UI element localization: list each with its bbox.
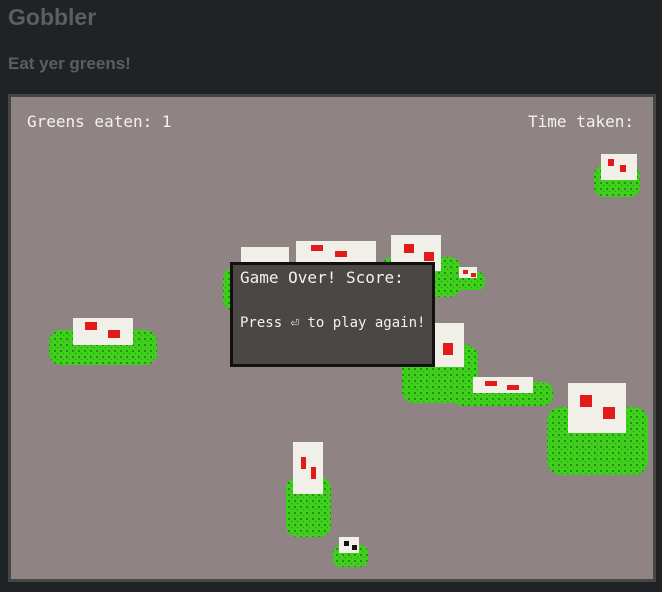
green-blob [594, 154, 640, 197]
game-over-dialog: Game Over! Score: Press ⏎ to play again! [230, 262, 435, 367]
green-blob [547, 383, 648, 475]
page-title: Gobbler [8, 4, 97, 30]
greens-eaten-counter: Greens eaten: 1 [27, 112, 172, 131]
green-blob [49, 318, 157, 365]
time-taken-label: Time taken: [528, 112, 634, 131]
game-canvas[interactable]: Greens eaten: 1 Time taken: Game Over! S… [8, 94, 656, 582]
play-again-hint: Press ⏎ to play again! [240, 315, 426, 331]
game-over-title: Game Over! Score: [240, 268, 404, 287]
gobbler-player [333, 537, 368, 567]
green-blob [286, 442, 331, 537]
page-subtitle: Eat yer greens! [8, 54, 131, 73]
